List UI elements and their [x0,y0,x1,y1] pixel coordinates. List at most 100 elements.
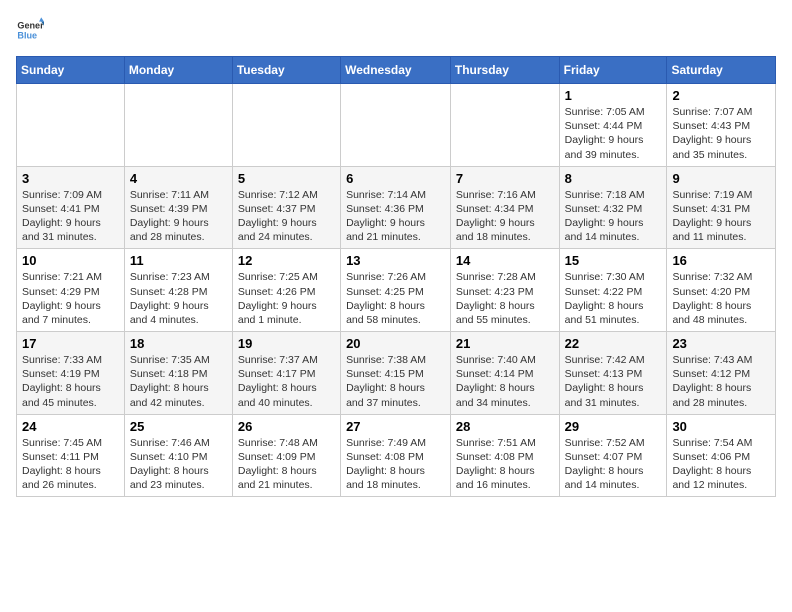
day-number: 21 [456,336,554,351]
day-number: 13 [346,253,445,268]
calendar-cell: 9 Sunrise: 7:19 AM Sunset: 4:31 PM Daylig… [667,166,776,249]
calendar-week-row: 17 Sunrise: 7:33 AM Sunset: 4:19 PM Dayli… [17,332,776,415]
col-header-wednesday: Wednesday [341,57,451,84]
day-number: 12 [238,253,335,268]
calendar-cell [341,84,451,167]
calendar-cell: 4 Sunrise: 7:11 AM Sunset: 4:39 PM Daylig… [124,166,232,249]
day-info: Sunrise: 7:09 AM Sunset: 4:41 PM Dayligh… [22,188,119,245]
calendar-cell: 19 Sunrise: 7:37 AM Sunset: 4:17 PM Dayli… [232,332,340,415]
day-info: Sunrise: 7:49 AM Sunset: 4:08 PM Dayligh… [346,436,445,493]
calendar-cell: 21 Sunrise: 7:40 AM Sunset: 4:14 PM Dayli… [450,332,559,415]
day-info: Sunrise: 7:14 AM Sunset: 4:36 PM Dayligh… [346,188,445,245]
logo: General Blue [16,16,44,44]
day-number: 1 [565,88,662,103]
calendar-table: SundayMondayTuesdayWednesdayThursdayFrid… [16,56,776,497]
day-number: 15 [565,253,662,268]
day-info: Sunrise: 7:45 AM Sunset: 4:11 PM Dayligh… [22,436,119,493]
day-info: Sunrise: 7:52 AM Sunset: 4:07 PM Dayligh… [565,436,662,493]
day-number: 5 [238,171,335,186]
day-number: 22 [565,336,662,351]
svg-text:General: General [17,21,44,31]
calendar-cell [124,84,232,167]
day-info: Sunrise: 7:05 AM Sunset: 4:44 PM Dayligh… [565,105,662,162]
day-number: 30 [672,419,770,434]
calendar-cell [450,84,559,167]
col-header-sunday: Sunday [17,57,125,84]
day-number: 29 [565,419,662,434]
day-info: Sunrise: 7:07 AM Sunset: 4:43 PM Dayligh… [672,105,770,162]
calendar-cell: 1 Sunrise: 7:05 AM Sunset: 4:44 PM Daylig… [559,84,667,167]
day-info: Sunrise: 7:43 AM Sunset: 4:12 PM Dayligh… [672,353,770,410]
day-info: Sunrise: 7:42 AM Sunset: 4:13 PM Dayligh… [565,353,662,410]
day-number: 19 [238,336,335,351]
logo-icon: General Blue [16,16,44,44]
calendar-cell: 29 Sunrise: 7:52 AM Sunset: 4:07 PM Dayli… [559,414,667,497]
day-info: Sunrise: 7:35 AM Sunset: 4:18 PM Dayligh… [130,353,227,410]
day-number: 10 [22,253,119,268]
calendar-week-row: 3 Sunrise: 7:09 AM Sunset: 4:41 PM Daylig… [17,166,776,249]
day-number: 18 [130,336,227,351]
calendar-cell: 2 Sunrise: 7:07 AM Sunset: 4:43 PM Daylig… [667,84,776,167]
calendar-cell: 12 Sunrise: 7:25 AM Sunset: 4:26 PM Dayli… [232,249,340,332]
day-info: Sunrise: 7:19 AM Sunset: 4:31 PM Dayligh… [672,188,770,245]
col-header-thursday: Thursday [450,57,559,84]
calendar-cell: 5 Sunrise: 7:12 AM Sunset: 4:37 PM Daylig… [232,166,340,249]
calendar-cell: 8 Sunrise: 7:18 AM Sunset: 4:32 PM Daylig… [559,166,667,249]
day-info: Sunrise: 7:32 AM Sunset: 4:20 PM Dayligh… [672,270,770,327]
day-number: 16 [672,253,770,268]
day-info: Sunrise: 7:18 AM Sunset: 4:32 PM Dayligh… [565,188,662,245]
day-number: 17 [22,336,119,351]
calendar-header-row: SundayMondayTuesdayWednesdayThursdayFrid… [17,57,776,84]
calendar-cell: 13 Sunrise: 7:26 AM Sunset: 4:25 PM Dayli… [341,249,451,332]
day-info: Sunrise: 7:48 AM Sunset: 4:09 PM Dayligh… [238,436,335,493]
svg-text:Blue: Blue [17,30,37,40]
calendar-cell: 30Sunrise: 7:54 AM Sunset: 4:06 PM Dayli… [667,414,776,497]
day-info: Sunrise: 7:25 AM Sunset: 4:26 PM Dayligh… [238,270,335,327]
day-info: Sunrise: 7:30 AM Sunset: 4:22 PM Dayligh… [565,270,662,327]
day-info: Sunrise: 7:12 AM Sunset: 4:37 PM Dayligh… [238,188,335,245]
calendar-cell: 6 Sunrise: 7:14 AM Sunset: 4:36 PM Daylig… [341,166,451,249]
calendar-cell [232,84,340,167]
calendar-week-row: 1 Sunrise: 7:05 AM Sunset: 4:44 PM Daylig… [17,84,776,167]
calendar-cell: 22 Sunrise: 7:42 AM Sunset: 4:13 PM Dayli… [559,332,667,415]
day-number: 6 [346,171,445,186]
day-info: Sunrise: 7:11 AM Sunset: 4:39 PM Dayligh… [130,188,227,245]
day-number: 11 [130,253,227,268]
day-info: Sunrise: 7:33 AM Sunset: 4:19 PM Dayligh… [22,353,119,410]
calendar-cell: 28Sunrise: 7:51 AM Sunset: 4:08 PM Dayli… [450,414,559,497]
day-info: Sunrise: 7:38 AM Sunset: 4:15 PM Dayligh… [346,353,445,410]
day-number: 24 [22,419,119,434]
day-info: Sunrise: 7:40 AM Sunset: 4:14 PM Dayligh… [456,353,554,410]
day-number: 27 [346,419,445,434]
day-number: 4 [130,171,227,186]
day-number: 14 [456,253,554,268]
calendar-cell: 17 Sunrise: 7:33 AM Sunset: 4:19 PM Dayli… [17,332,125,415]
calendar-week-row: 10 Sunrise: 7:21 AM Sunset: 4:29 PM Dayli… [17,249,776,332]
calendar-cell: 27 Sunrise: 7:49 AM Sunset: 4:08 PM Dayli… [341,414,451,497]
day-info: Sunrise: 7:37 AM Sunset: 4:17 PM Dayligh… [238,353,335,410]
calendar-cell: 15 Sunrise: 7:30 AM Sunset: 4:22 PM Dayli… [559,249,667,332]
calendar-cell: 3 Sunrise: 7:09 AM Sunset: 4:41 PM Daylig… [17,166,125,249]
day-number: 7 [456,171,554,186]
day-info: Sunrise: 7:16 AM Sunset: 4:34 PM Dayligh… [456,188,554,245]
calendar-cell: 26Sunrise: 7:48 AM Sunset: 4:09 PM Dayli… [232,414,340,497]
calendar-cell [17,84,125,167]
calendar-cell: 23Sunrise: 7:43 AM Sunset: 4:12 PM Dayli… [667,332,776,415]
day-info: Sunrise: 7:46 AM Sunset: 4:10 PM Dayligh… [130,436,227,493]
day-info: Sunrise: 7:51 AM Sunset: 4:08 PM Dayligh… [456,436,554,493]
day-number: 2 [672,88,770,103]
day-number: 20 [346,336,445,351]
day-info: Sunrise: 7:26 AM Sunset: 4:25 PM Dayligh… [346,270,445,327]
calendar-cell: 18 Sunrise: 7:35 AM Sunset: 4:18 PM Dayli… [124,332,232,415]
day-info: Sunrise: 7:21 AM Sunset: 4:29 PM Dayligh… [22,270,119,327]
calendar-cell: 11Sunrise: 7:23 AM Sunset: 4:28 PM Dayli… [124,249,232,332]
calendar-cell: 25 Sunrise: 7:46 AM Sunset: 4:10 PM Dayli… [124,414,232,497]
calendar-cell: 24 Sunrise: 7:45 AM Sunset: 4:11 PM Dayli… [17,414,125,497]
day-number: 3 [22,171,119,186]
calendar-cell: 16 Sunrise: 7:32 AM Sunset: 4:20 PM Dayli… [667,249,776,332]
day-number: 25 [130,419,227,434]
day-number: 8 [565,171,662,186]
calendar-cell: 7 Sunrise: 7:16 AM Sunset: 4:34 PM Daylig… [450,166,559,249]
day-number: 9 [672,171,770,186]
calendar-cell: 14Sunrise: 7:28 AM Sunset: 4:23 PM Dayli… [450,249,559,332]
